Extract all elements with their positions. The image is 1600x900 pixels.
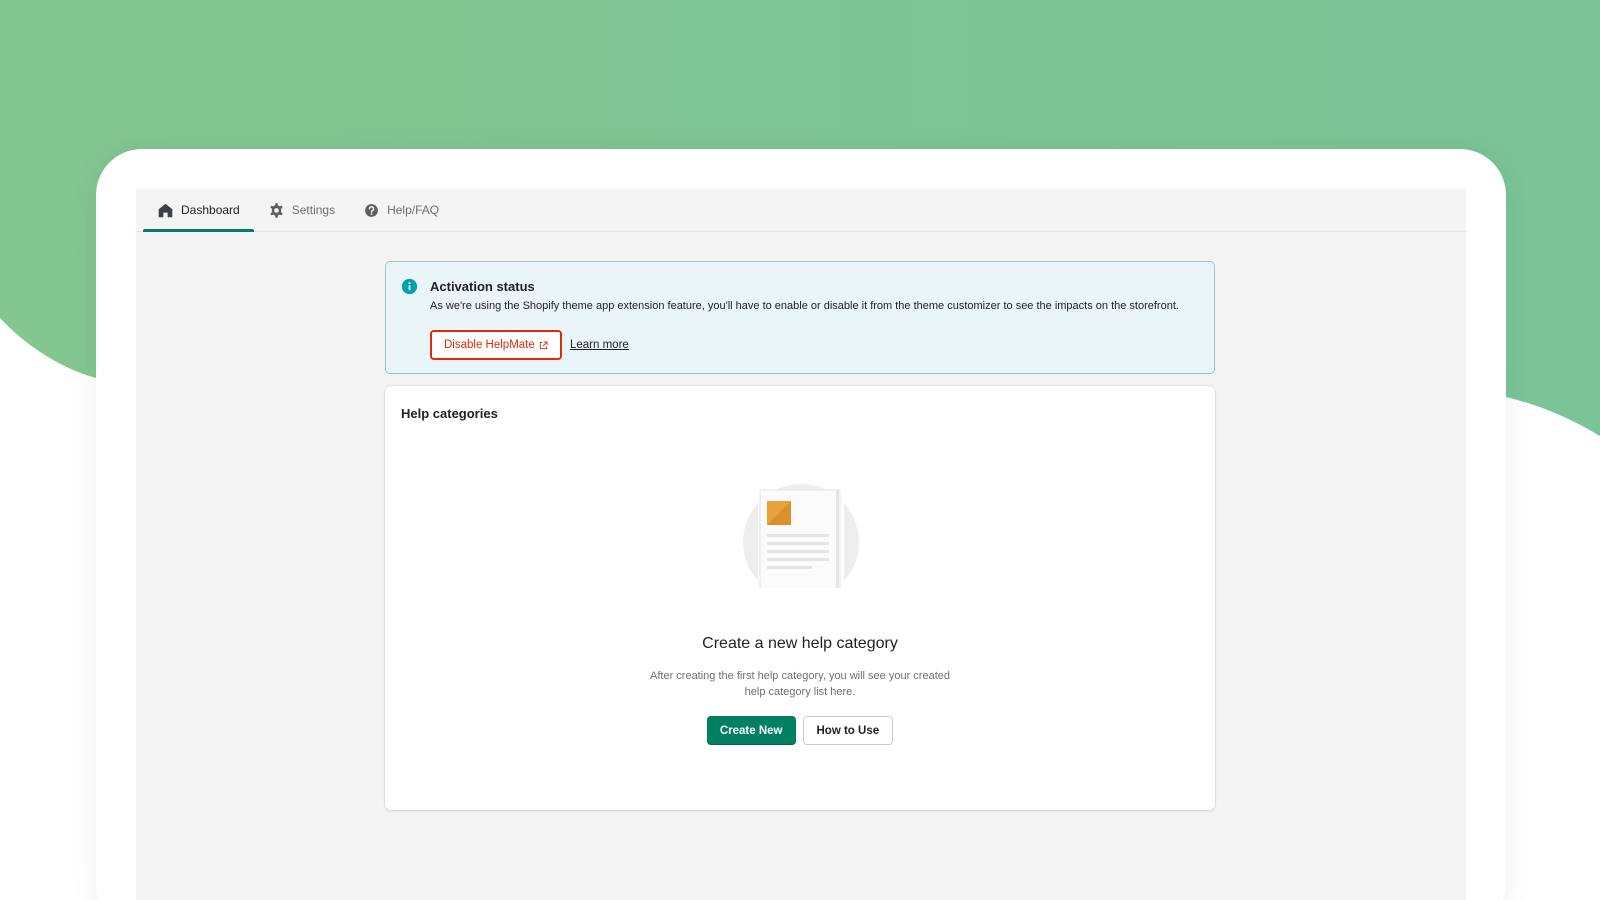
gear-icon (268, 202, 285, 219)
tab-dashboard[interactable]: Dashboard (143, 189, 254, 232)
help-categories-card: Help categories Create a new help catego… (385, 386, 1215, 810)
disable-helpmate-label: Disable HelpMate (444, 339, 535, 351)
tab-settings[interactable]: Settings (254, 189, 349, 231)
home-icon (157, 202, 174, 219)
empty-state-illustration (740, 484, 862, 592)
banner-text: As we're using the Shopify theme app ext… (430, 300, 1179, 312)
card-title: Help categories (401, 406, 498, 421)
how-to-use-button[interactable]: How to Use (802, 716, 894, 745)
empty-state-heading: Create a new help category (702, 635, 898, 652)
tab-help-faq-label: Help/FAQ (387, 203, 440, 217)
info-icon (401, 278, 418, 295)
external-link-icon (539, 340, 548, 349)
activation-banner: Activation status As we're using the Sho… (385, 261, 1215, 374)
learn-more-link[interactable]: Learn more (570, 339, 629, 351)
question-circle-icon (363, 202, 380, 219)
disable-helpmate-button[interactable]: Disable HelpMate (430, 330, 562, 360)
create-new-button[interactable]: Create New (706, 716, 796, 745)
empty-state-actions: Create New How to Use (385, 716, 1215, 745)
tab-dashboard-label: Dashboard (181, 203, 240, 217)
tab-settings-label: Settings (291, 203, 336, 217)
tab-help-faq[interactable]: Help/FAQ (349, 189, 453, 231)
app-window: Dashboard Settings Help/FAQ Activation s… (136, 189, 1466, 900)
empty-state-description: After creating the first help category, … (650, 670, 950, 698)
tab-bar: Dashboard Settings Help/FAQ (136, 189, 1466, 232)
banner-title: Activation status (430, 279, 535, 294)
